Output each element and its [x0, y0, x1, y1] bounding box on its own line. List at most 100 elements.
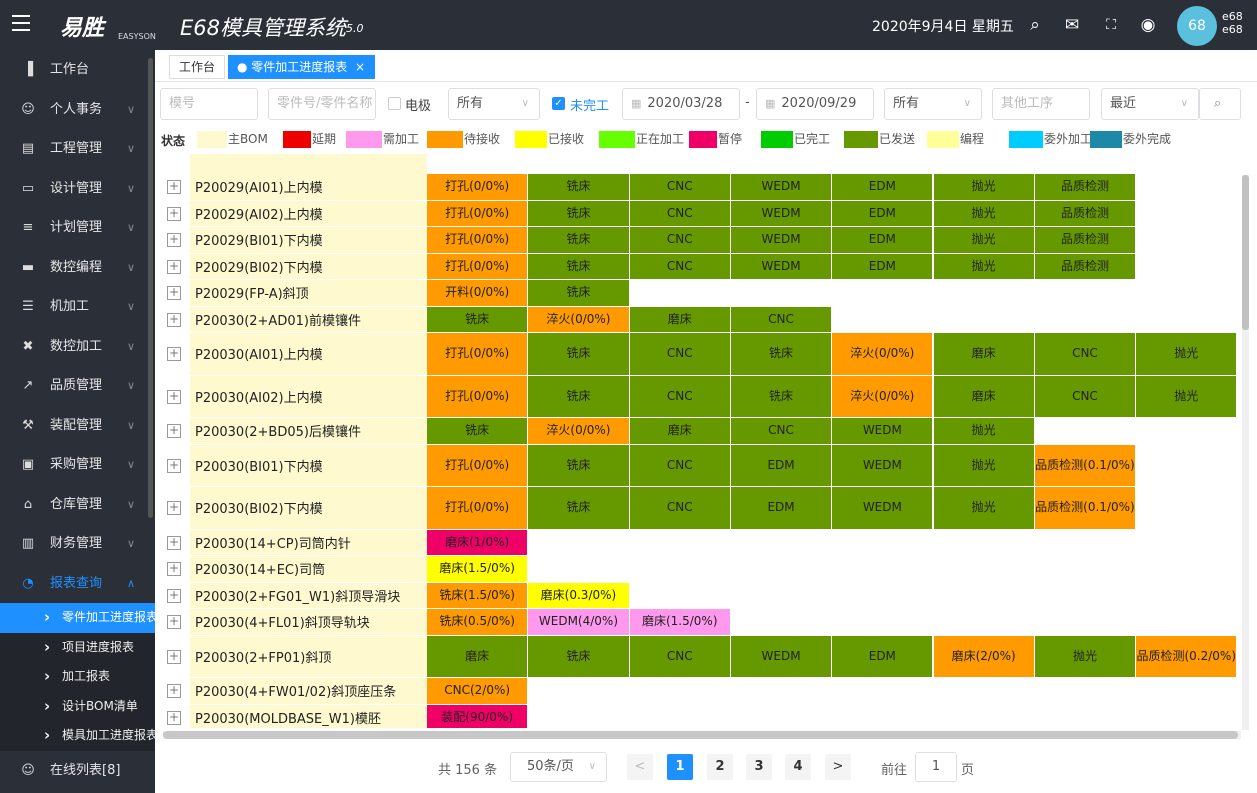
expand-icon[interactable]: +	[167, 615, 181, 630]
prev-page-button[interactable]: <	[627, 754, 653, 780]
process-cell[interactable]: CNC	[629, 487, 731, 530]
expand-icon[interactable]: +	[167, 312, 181, 327]
process-cell[interactable]: 抛光	[933, 253, 1035, 280]
process-cell[interactable]: 抛光	[933, 227, 1035, 254]
process-cell[interactable]: 铣床(0.5/0%)	[427, 609, 529, 636]
expand-icon[interactable]: +	[167, 684, 181, 699]
expand-icon[interactable]: +	[167, 389, 181, 404]
process-cell[interactable]: CNC	[730, 418, 833, 445]
expand-icon[interactable]: +	[167, 206, 181, 221]
process-cell[interactable]: 铣床	[528, 375, 630, 418]
process-cell[interactable]: 打孔(0/0%)	[427, 253, 529, 280]
part-no-input[interactable]: 零件号/零件名称	[268, 88, 376, 120]
sidebar-subitem-1[interactable]: 项目进度报表	[0, 632, 155, 662]
process-cell[interactable]: 抛光	[1136, 333, 1238, 376]
expand-icon[interactable]: +	[167, 710, 181, 725]
process-cell[interactable]: 品质检测(0.1/0%)	[1034, 487, 1137, 530]
process-cell[interactable]: 铣床	[528, 487, 630, 530]
process-cell[interactable]: CNC	[629, 174, 731, 201]
process-cell[interactable]: 品质检测(0.1/0%)	[1034, 444, 1137, 487]
process-cell[interactable]: CNC	[629, 635, 731, 678]
process-cell[interactable]: 铣床	[730, 333, 833, 376]
process-cell[interactable]: CNC	[629, 444, 731, 487]
scroll-thumb[interactable]	[163, 731, 1238, 739]
process-cell[interactable]: 淬火(0/0%)	[528, 306, 630, 333]
expand-icon[interactable]: +	[167, 501, 181, 516]
process-cell[interactable]: 打孔(0/0%)	[427, 333, 529, 376]
sidebar-item-online-list[interactable]: ☺ 在线列表[8]	[0, 751, 155, 791]
expand-icon[interactable]: +	[167, 347, 181, 362]
type-select[interactable]: 所有 ∨	[448, 88, 540, 120]
process-cell[interactable]: 磨床(1/0%)	[427, 529, 529, 556]
process-cell[interactable]: CNC	[1034, 375, 1137, 418]
expand-icon[interactable]: +	[167, 259, 181, 274]
sidebar-item-2[interactable]: ▤ 工程管理 ∨	[0, 129, 155, 169]
process-cell[interactable]: 铣床	[528, 280, 630, 307]
date-from-input[interactable]: ▦ 2020/03/28	[622, 88, 740, 120]
sidebar-item-13[interactable]: ◔ 报表查询 ∧	[0, 564, 155, 604]
process-cell[interactable]: 磨床	[933, 375, 1035, 418]
process-cell[interactable]: 铣床	[427, 418, 529, 445]
process-cell[interactable]: WEDM	[730, 174, 833, 201]
date-to-input[interactable]: ▦ 2020/09/29	[756, 88, 874, 120]
tab-workbench[interactable]: 工作台	[169, 55, 226, 79]
process-cell[interactable]: CNC	[1034, 333, 1137, 376]
process-cell[interactable]: 打孔(0/0%)	[427, 227, 529, 254]
process-cell[interactable]: 磨床	[629, 306, 731, 333]
sidebar-item-8[interactable]: ↗ 品质管理 ∨	[0, 366, 155, 406]
expand-icon[interactable]: +	[167, 649, 181, 664]
process-cell[interactable]: EDM	[832, 227, 934, 254]
process-cell[interactable]: 抛光	[933, 174, 1035, 201]
fullscreen-icon[interactable]: ⛶	[1100, 14, 1122, 36]
process-cell[interactable]: 打孔(0/0%)	[427, 444, 529, 487]
goto-page-input[interactable]: 1	[915, 752, 957, 782]
sidebar-item-7[interactable]: ✖ 数控加工 ∨	[0, 327, 155, 367]
process-cell[interactable]: 磨床(1.5/0%)	[427, 556, 529, 583]
process-cell[interactable]: 磨床(1.5/0%)	[629, 609, 731, 636]
process-cell[interactable]: CNC(2/0%)	[427, 678, 529, 705]
process-cell[interactable]: EDM	[832, 200, 934, 227]
process-cell[interactable]: 铣床	[528, 635, 630, 678]
bulb-icon[interactable]: ◉	[1137, 14, 1159, 36]
electrode-checkbox[interactable]	[388, 97, 401, 110]
process-cell[interactable]: WEDM	[730, 253, 833, 280]
expand-icon[interactable]: +	[167, 424, 181, 439]
tab-part-progress[interactable]: ● 零件加工进度报表 ×	[228, 55, 376, 79]
process-cell[interactable]: 铣床	[528, 227, 630, 254]
process-cell[interactable]: EDM	[730, 444, 833, 487]
process-cell[interactable]: 磨床(2/0%)	[933, 635, 1035, 678]
sidebar-subitem-3[interactable]: 设计BOM清单	[0, 691, 155, 721]
other-process-input[interactable]: 其他工序	[992, 88, 1090, 120]
process-cell[interactable]: 打孔(0/0%)	[427, 200, 529, 227]
process-cell[interactable]: 磨床	[933, 333, 1035, 376]
process-cell[interactable]: 品质检测	[1034, 227, 1137, 254]
sidebar-subitem-4[interactable]: 模具加工进度报表	[0, 721, 155, 751]
process-cell[interactable]: 抛光	[933, 418, 1035, 445]
sidebar-item-12[interactable]: ▥ 财务管理 ∨	[0, 524, 155, 564]
sidebar-item-6[interactable]: ☰ 机加工 ∨	[0, 287, 155, 327]
expand-icon[interactable]: +	[167, 233, 181, 248]
page-4[interactable]: 4	[785, 754, 811, 780]
avatar[interactable]: 68	[1177, 6, 1217, 46]
process-cell[interactable]: WEDM(4/0%)	[528, 609, 630, 636]
process-cell[interactable]: EDM	[832, 635, 934, 678]
process-cell[interactable]: EDM	[730, 487, 833, 530]
expand-icon[interactable]: +	[167, 588, 181, 603]
process-cell[interactable]: 淬火(0/0%)	[832, 375, 934, 418]
process-cell[interactable]: 品质检测	[1034, 174, 1137, 201]
sidebar-subitem-2[interactable]: 加工报表	[0, 662, 155, 692]
process-cell[interactable]: CNC	[629, 375, 731, 418]
process-cell[interactable]: WEDM	[832, 444, 934, 487]
process-cell[interactable]: 铣床(1.5/0%)	[427, 582, 529, 609]
close-icon[interactable]: ×	[355, 60, 365, 74]
sidebar-item-1[interactable]: ☺ 个人事务 ∨	[0, 90, 155, 130]
sidebar-item-5[interactable]: ▬ 数控编程 ∨	[0, 248, 155, 288]
expand-icon[interactable]: +	[167, 458, 181, 473]
status-select[interactable]: 所有 ∨	[884, 88, 982, 120]
process-cell[interactable]: CNC	[730, 306, 833, 333]
sidebar-item-3[interactable]: ▭ 设计管理 ∨	[0, 169, 155, 209]
process-cell[interactable]: 打孔(0/0%)	[427, 375, 529, 418]
process-cell[interactable]: 铣床	[730, 375, 833, 418]
process-cell[interactable]: 淬火(0/0%)	[832, 333, 934, 376]
process-cell[interactable]: 抛光	[933, 200, 1035, 227]
